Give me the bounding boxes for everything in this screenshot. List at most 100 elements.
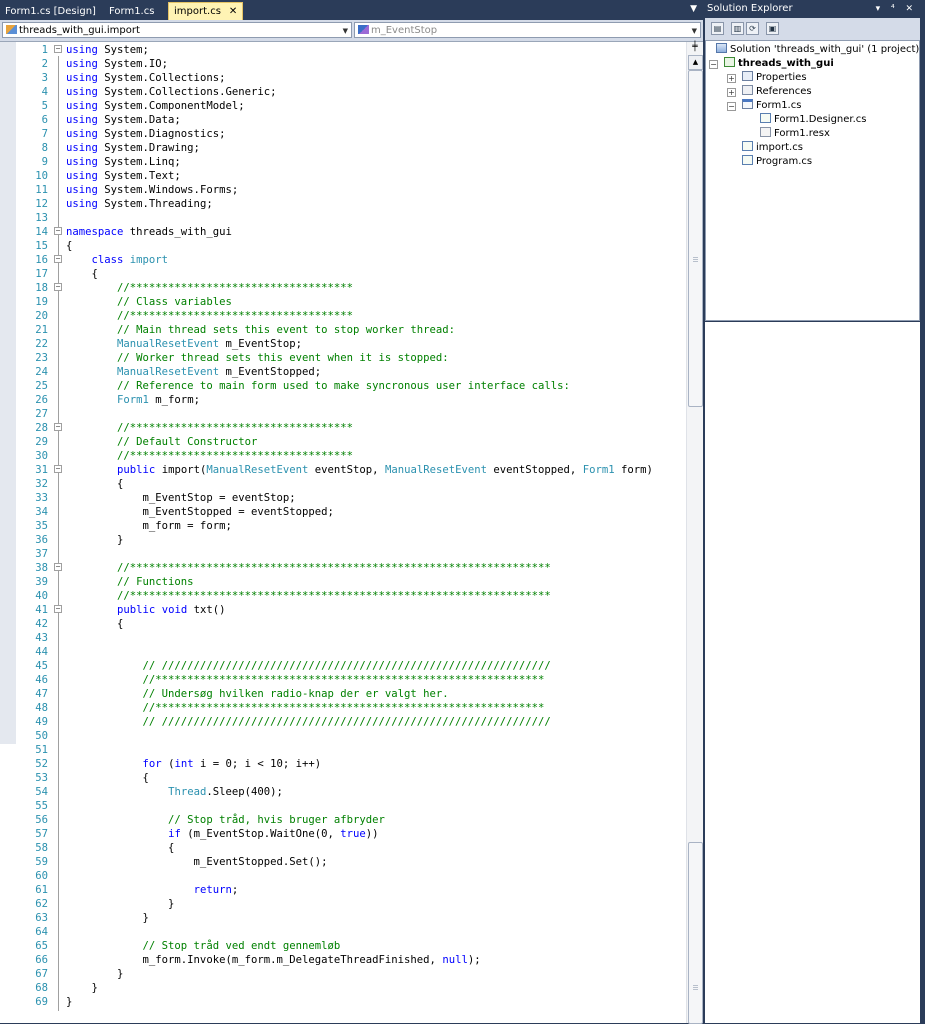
code-line[interactable]: 50 bbox=[0, 729, 686, 743]
code-line[interactable]: 22 ManualResetEvent m_EventStop; bbox=[0, 337, 686, 351]
type-combo[interactable]: threads_with_gui.import ▼ bbox=[2, 22, 352, 38]
solution-tree[interactable]: Solution 'threads_with_gui' (1 project) −… bbox=[705, 40, 920, 321]
code-line[interactable]: 8 using System.Drawing; bbox=[0, 141, 686, 155]
code-line[interactable]: 57 if (m_EventStop.WaitOne(0, true)) bbox=[0, 827, 686, 841]
code-line[interactable]: 19 // Class variables bbox=[0, 295, 686, 309]
code-line[interactable]: 61 return; bbox=[0, 883, 686, 897]
code-line[interactable]: 20 //*********************************** bbox=[0, 309, 686, 323]
code-line[interactable]: 49 // //////////////////////////////////… bbox=[0, 715, 686, 729]
code-line[interactable]: 25 // Reference to main form used to mak… bbox=[0, 379, 686, 393]
code-line[interactable]: 47 // Undersøg hvilken radio-knap der er… bbox=[0, 687, 686, 701]
code-line[interactable]: 32 { bbox=[0, 477, 686, 491]
code-line[interactable]: 33 m_EventStop = eventStop; bbox=[0, 491, 686, 505]
code-line[interactable]: 3 using System.Collections; bbox=[0, 71, 686, 85]
collapse-icon[interactable]: − bbox=[54, 563, 62, 571]
collapse-icon[interactable]: − bbox=[54, 605, 62, 613]
tree-node[interactable]: Properties bbox=[742, 71, 807, 85]
tree-node[interactable]: threads_with_gui bbox=[724, 57, 834, 71]
collapse-icon[interactable]: − bbox=[54, 465, 62, 473]
code-line[interactable]: 10 using System.Text; bbox=[0, 169, 686, 183]
code-line[interactable]: 30 //*********************************** bbox=[0, 449, 686, 463]
code-line[interactable]: 21 // Main thread sets this event to sto… bbox=[0, 323, 686, 337]
collapse-icon[interactable]: − bbox=[727, 102, 736, 111]
scroll-thumb[interactable] bbox=[688, 70, 703, 407]
code-line[interactable]: 62 } bbox=[0, 897, 686, 911]
scroll-thumb-lower[interactable] bbox=[688, 842, 703, 1024]
code-line[interactable]: 27 bbox=[0, 407, 686, 421]
close-icon[interactable]: ✕ bbox=[229, 6, 237, 17]
code-line[interactable]: 41− public void txt() bbox=[0, 603, 686, 617]
properties-button[interactable]: ▤ bbox=[711, 22, 724, 35]
scroll-up-button[interactable]: ▲ bbox=[688, 55, 703, 70]
tab-form1-cs[interactable]: Form1.cs bbox=[104, 3, 159, 20]
code-line[interactable]: 12 using System.Threading; bbox=[0, 197, 686, 211]
code-line[interactable]: 38− //**********************************… bbox=[0, 561, 686, 575]
code-line[interactable]: 52 for (int i = 0; i < 10; i++) bbox=[0, 757, 686, 771]
tab-import-cs[interactable]: import.cs ✕ bbox=[168, 2, 244, 21]
code-line[interactable]: 63 } bbox=[0, 911, 686, 925]
code-line[interactable]: 66 m_form.Invoke(m_form.m_DelegateThread… bbox=[0, 953, 686, 967]
code-line[interactable]: 29 // Default Constructor bbox=[0, 435, 686, 449]
code-line[interactable]: 68 } bbox=[0, 981, 686, 995]
code-line[interactable]: 69} bbox=[0, 995, 686, 1009]
code-line[interactable]: 56 // Stop tråd, hvis bruger afbryder bbox=[0, 813, 686, 827]
code-line[interactable]: 11 using System.Windows.Forms; bbox=[0, 183, 686, 197]
collapse-icon[interactable]: − bbox=[54, 45, 62, 53]
collapse-icon[interactable]: − bbox=[709, 60, 718, 69]
code-line[interactable]: 35 m_form = form; bbox=[0, 519, 686, 533]
vertical-scrollbar[interactable]: ╪ ▲ bbox=[686, 42, 704, 1024]
tree-node[interactable]: Form1.Designer.cs bbox=[760, 113, 867, 127]
code-line[interactable]: 37 bbox=[0, 547, 686, 561]
code-line[interactable]: 2 using System.IO; bbox=[0, 57, 686, 71]
code-line[interactable]: 64 bbox=[0, 925, 686, 939]
show-all-files-button[interactable]: ▥ bbox=[731, 22, 744, 35]
code-line[interactable]: 55 bbox=[0, 799, 686, 813]
code-line[interactable]: 54 Thread.Sleep(400); bbox=[0, 785, 686, 799]
code-line[interactable]: 45 // //////////////////////////////////… bbox=[0, 659, 686, 673]
code-line[interactable]: 5 using System.ComponentModel; bbox=[0, 99, 686, 113]
code-line[interactable]: 6 using System.Data; bbox=[0, 113, 686, 127]
window-controls[interactable]: ▾ ⁴ ✕ bbox=[876, 0, 917, 18]
code-line[interactable]: 26 Form1 m_form; bbox=[0, 393, 686, 407]
tab-form1-design[interactable]: Form1.cs [Design] bbox=[0, 3, 101, 20]
code-line[interactable]: 43 bbox=[0, 631, 686, 645]
split-icon[interactable]: ╪ bbox=[689, 43, 701, 52]
code-line[interactable]: 31− public import(ManualResetEvent event… bbox=[0, 463, 686, 477]
code-line[interactable]: 53 { bbox=[0, 771, 686, 785]
code-editor[interactable]: 1− using System; 2 using System.IO; 3 using S… bbox=[0, 42, 686, 1023]
code-line[interactable]: 1− using System; bbox=[0, 43, 686, 57]
tree-node[interactable]: References bbox=[742, 85, 812, 99]
code-line[interactable]: 58 { bbox=[0, 841, 686, 855]
code-line[interactable]: 51 bbox=[0, 743, 686, 757]
code-line[interactable]: 28− //**********************************… bbox=[0, 421, 686, 435]
refresh-button[interactable]: ⟳ bbox=[746, 22, 759, 35]
member-combo[interactable]: m_EventStop ▼ bbox=[354, 22, 701, 38]
code-line[interactable]: 42 { bbox=[0, 617, 686, 631]
code-line[interactable]: 39 // Functions bbox=[0, 575, 686, 589]
code-line[interactable]: 9 using System.Linq; bbox=[0, 155, 686, 169]
tree-node[interactable]: import.cs bbox=[742, 141, 803, 155]
code-line[interactable]: 44 bbox=[0, 645, 686, 659]
collapse-icon[interactable]: − bbox=[54, 255, 62, 263]
code-line[interactable]: 17 { bbox=[0, 267, 686, 281]
expand-icon[interactable]: + bbox=[727, 88, 736, 97]
view-class-diagram-button[interactable]: ▣ bbox=[766, 22, 779, 35]
tab-dropdown-icon[interactable]: ▼ bbox=[690, 4, 697, 14]
tree-node[interactable]: Solution 'threads_with_gui' (1 project) bbox=[716, 43, 919, 57]
code-line[interactable]: 40 //***********************************… bbox=[0, 589, 686, 603]
code-line[interactable]: 46 //***********************************… bbox=[0, 673, 686, 687]
expand-icon[interactable]: + bbox=[727, 74, 736, 83]
code-line[interactable]: 48 //***********************************… bbox=[0, 701, 686, 715]
code-line[interactable]: 36 } bbox=[0, 533, 686, 547]
code-line[interactable]: 13 bbox=[0, 211, 686, 225]
code-line[interactable]: 60 bbox=[0, 869, 686, 883]
code-line[interactable]: 7 using System.Diagnostics; bbox=[0, 127, 686, 141]
code-line[interactable]: 23 // Worker thread sets this event when… bbox=[0, 351, 686, 365]
collapse-icon[interactable]: − bbox=[54, 423, 62, 431]
code-line[interactable]: 34 m_EventStopped = eventStopped; bbox=[0, 505, 686, 519]
code-line[interactable]: 16− class import bbox=[0, 253, 686, 267]
code-line[interactable]: 65 // Stop tråd ved endt gennemløb bbox=[0, 939, 686, 953]
code-line[interactable]: 67 } bbox=[0, 967, 686, 981]
code-line[interactable]: 18− //**********************************… bbox=[0, 281, 686, 295]
code-line[interactable]: 59 m_EventStopped.Set(); bbox=[0, 855, 686, 869]
